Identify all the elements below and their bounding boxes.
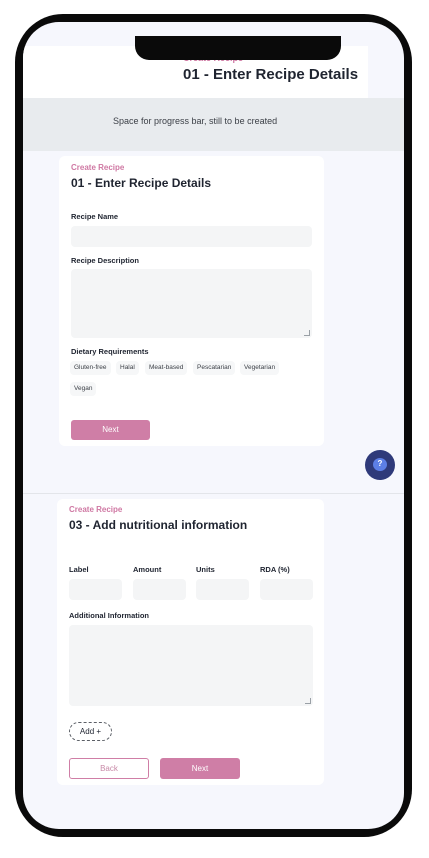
column-label-label: Label: [69, 565, 89, 574]
resize-grip-icon[interactable]: [305, 698, 311, 704]
next-button[interactable]: Next: [160, 758, 240, 779]
additional-information-textarea[interactable]: [69, 625, 313, 706]
recipe-details-card: Create Recipe 01 - Enter Recipe Details …: [59, 156, 324, 446]
add-row-button[interactable]: Add +: [69, 722, 112, 741]
nutrition-card: Create Recipe 03 - Add nutritional infor…: [57, 499, 324, 785]
column-label-units: Units: [196, 565, 215, 574]
dietary-chip-meat-based[interactable]: Meat-based: [145, 361, 188, 375]
card-title: 03 - Add nutritional information: [69, 518, 248, 532]
nutrition-units-input[interactable]: [196, 579, 249, 600]
page-title: 01 - Enter Recipe Details: [183, 66, 359, 83]
card-title: 01 - Enter Recipe Details: [71, 176, 212, 190]
card-eyebrow: Create Recipe: [71, 163, 125, 172]
dietary-chip-pescatarian[interactable]: Pescatarian: [193, 361, 236, 375]
back-button[interactable]: Back: [69, 758, 149, 779]
dietary-requirements-label: Dietary Requirements: [71, 347, 149, 356]
card-eyebrow: Create Recipe: [69, 505, 123, 514]
dietary-chip-vegan[interactable]: Vegan: [70, 382, 97, 396]
nutrition-label-input[interactable]: [69, 579, 122, 600]
recipe-name-input[interactable]: [71, 226, 312, 247]
dietary-chip-vegetarian[interactable]: Vegetarian: [240, 361, 280, 375]
column-label-amount: Amount: [133, 565, 162, 574]
resize-grip-icon[interactable]: [304, 330, 310, 336]
progress-bar-placeholder: Space for progress bar, still to be crea…: [23, 98, 404, 151]
recipe-description-textarea[interactable]: [71, 269, 312, 338]
section-divider: [23, 493, 404, 494]
help-button[interactable]: ?: [365, 450, 395, 480]
dietary-chip-gluten-free[interactable]: Gluten-free: [70, 361, 111, 375]
additional-information-label: Additional Information: [69, 611, 149, 620]
recipe-description-label: Recipe Description: [71, 256, 139, 265]
progress-placeholder-text: Space for progress bar, still to be crea…: [113, 116, 278, 126]
device-notch: [135, 36, 341, 60]
column-label-rda: RDA (%): [260, 565, 290, 574]
recipe-name-label: Recipe Name: [71, 212, 119, 221]
question-chat-icon: ?: [373, 458, 387, 471]
nutrition-amount-input[interactable]: [133, 579, 186, 600]
help-glyph: ?: [377, 459, 383, 468]
next-button[interactable]: Next: [71, 420, 150, 440]
app-screen: Create Recipe 01 - Enter Recipe Details …: [23, 22, 404, 829]
nutrition-rda-input[interactable]: [260, 579, 313, 600]
dietary-chip-halal[interactable]: Halal: [116, 361, 139, 375]
